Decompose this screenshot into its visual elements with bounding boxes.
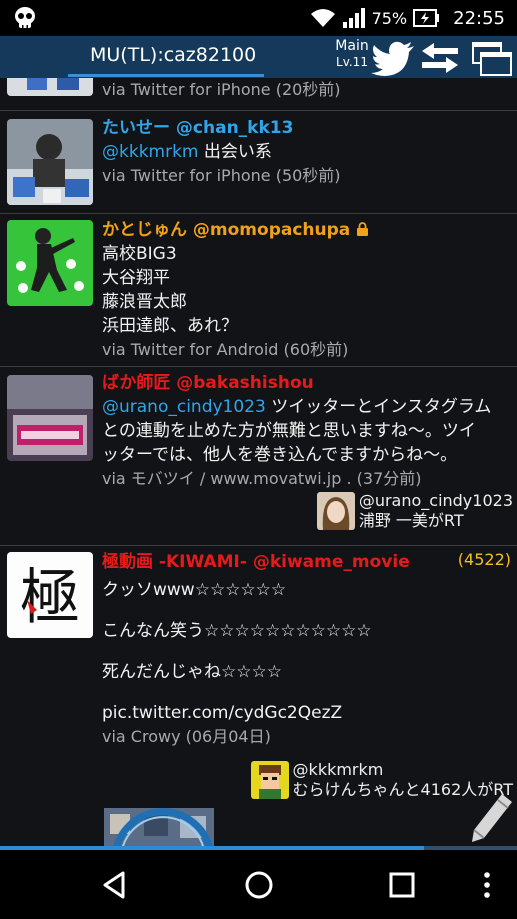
user-avatar[interactable]	[7, 78, 93, 96]
level-label: Lv.11	[336, 55, 368, 69]
tweet-via: via モバツイ / www.movatwi.jp . (37分前)	[102, 469, 422, 488]
user-avatar[interactable]: 極	[7, 552, 93, 638]
tweet-item[interactable]: via Twitter for iPhone (20秒前)	[0, 78, 517, 111]
tweet-mention[interactable]: @kkkmrkm	[102, 142, 199, 162]
app-screen: 75% 22:55 MU(TL):caz82100 Main Lv.11 via…	[0, 0, 517, 919]
back-icon[interactable]	[97, 868, 131, 902]
tweet-user[interactable]: かとじゅん @momopachupa	[102, 220, 350, 240]
retweeter-avatar[interactable]	[250, 761, 289, 799]
tweet-text-line: 大谷翔平	[102, 268, 170, 288]
retweeter-avatar[interactable]	[316, 492, 355, 530]
retweeter-handle: @kkkmrkm	[292, 760, 384, 779]
timeline-tab-title[interactable]: MU(TL):caz82100	[90, 44, 256, 66]
tweet-text-line: 藤浪晋太郎	[102, 292, 187, 312]
tweet-text: ツイッターとインスタグラム	[265, 397, 492, 417]
tweet-item[interactable]: たいせー @chan_kk13 @kkkmrkm 出会い系 via Twitte…	[0, 110, 517, 214]
system-nav-bar	[0, 850, 517, 919]
timeline[interactable]: via Twitter for iPhone (20秒前) たいせー @chan…	[0, 78, 517, 847]
account-name: Main	[335, 38, 369, 54]
tweet-text-line: ッターでは、他人を巻き込んでますからね〜。	[102, 445, 458, 465]
tab-indicator	[68, 74, 264, 77]
lock-icon	[356, 222, 368, 236]
battery-charging-icon	[413, 9, 440, 27]
retweeter-handle: @urano_cindy1023	[358, 491, 513, 510]
swap-arrows-icon[interactable]	[420, 40, 460, 76]
tweet-mention[interactable]: @urano_cindy1023	[102, 397, 266, 417]
signal-icon	[342, 8, 365, 28]
user-avatar[interactable]	[7, 220, 93, 306]
skull-icon	[15, 7, 35, 29]
tweet-item[interactable]: 極 極動画 -KIWAMI- @kiwame_movie クッソwww☆☆☆☆☆…	[0, 546, 517, 846]
windows-icon[interactable]	[470, 40, 514, 78]
tweet-text-line: 高校BIG3	[102, 244, 177, 264]
tweet-count: (4522)	[457, 550, 511, 569]
home-icon[interactable]	[242, 868, 276, 902]
battery-percent: 75%	[371, 8, 408, 28]
svg-text:極: 極	[20, 563, 80, 633]
tweet-item[interactable]: ばか師匠 @bakashishou @urano_cindy1023 ツイッター…	[0, 367, 517, 546]
tweet-user[interactable]: 極動画 -KIWAMI- @kiwame_movie	[102, 552, 410, 572]
tweet-item[interactable]: かとじゅん @momopachupa 高校BIG3 大谷翔平 藤浪晋太郎 浜田達…	[0, 214, 517, 367]
tweet-via: via Twitter for iPhone (50秒前)	[102, 166, 341, 185]
tweet-text: 出会い系	[198, 142, 272, 162]
tweet-user[interactable]: たいせー @chan_kk13	[102, 118, 293, 138]
tweet-link[interactable]: pic.twitter.com/cydGc2QezZ	[102, 701, 509, 725]
tweet-via: via Crowy (06月04日)	[102, 727, 271, 746]
tweet-text-line: クッソwww☆☆☆☆☆☆	[102, 580, 287, 600]
recent-apps-icon[interactable]	[385, 868, 419, 902]
tweet-text-line: こんなん笑う☆☆☆☆☆☆☆☆☆☆☆	[102, 621, 372, 641]
tweet-via: via Twitter for iPhone (20秒前)	[102, 80, 341, 99]
overflow-menu-icon[interactable]	[470, 868, 504, 902]
account-level[interactable]: Main Lv.11	[333, 38, 371, 69]
wifi-icon	[310, 9, 335, 27]
app-header: MU(TL):caz82100 Main Lv.11	[0, 36, 517, 78]
clock: 22:55	[453, 7, 505, 29]
tweet-text-line: との連動を止めた方が無難と思いますね〜。ツイ	[102, 421, 476, 441]
retweet-label: 浦野 一美がRT	[358, 511, 464, 530]
compose-pencil-icon[interactable]	[468, 792, 514, 844]
tweet-text-line: 浜田達郎、あれ？	[102, 316, 238, 336]
status-bar: 75% 22:55	[0, 0, 517, 36]
retweet-info[interactable]: @urano_cindy1023 浦野 一美がRT	[316, 491, 513, 531]
tweet-user[interactable]: ばか師匠 @bakashishou	[102, 373, 314, 393]
tweet-text-line: 死んだんじゃね☆☆☆☆	[102, 662, 282, 682]
user-avatar[interactable]	[7, 375, 93, 461]
user-avatar[interactable]	[7, 119, 93, 205]
twitter-bird-icon[interactable]	[370, 40, 416, 76]
loading-spinner	[112, 808, 214, 850]
tweet-via: via Twitter for Android (60秒前)	[102, 340, 349, 359]
